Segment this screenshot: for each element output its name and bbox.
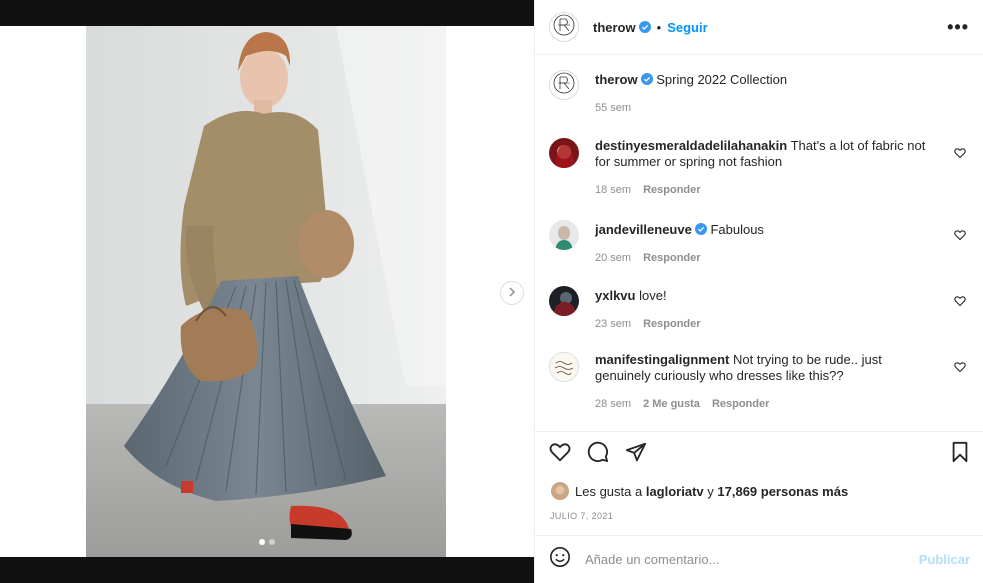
caption-username[interactable]: therow <box>595 72 638 87</box>
reply-button[interactable]: Responder <box>712 396 769 412</box>
comment-item: destinyesmeraldadelilahanakin That's a l… <box>549 138 970 198</box>
add-comment-bar: Publicar <box>535 535 983 583</box>
comment-icon <box>587 441 609 468</box>
avatar[interactable] <box>549 352 579 382</box>
likes-connector: y <box>707 483 714 499</box>
media-frame <box>0 26 534 557</box>
heart-icon <box>954 228 966 245</box>
next-slide-button[interactable] <box>500 281 524 305</box>
caption-time: 55 sem <box>595 102 632 114</box>
comment-username[interactable]: manifestingalignment <box>595 352 729 367</box>
likes-summary: Les gusta a lagloriatv y 17,869 personas… <box>551 482 848 500</box>
comment-button[interactable] <box>587 441 609 468</box>
like-button[interactable] <box>549 441 571 468</box>
comment-item: manifestingalignment Not trying to be ru… <box>549 352 970 412</box>
reply-button[interactable]: Responder <box>643 316 700 332</box>
avatar[interactable] <box>549 220 579 250</box>
comment-text: Fabulous <box>710 222 764 237</box>
bookmark-icon <box>950 441 970 468</box>
avatar[interactable] <box>549 138 579 168</box>
comment-username[interactable]: jandevilleneuve <box>595 222 692 237</box>
post-media <box>0 0 534 583</box>
heart-icon <box>954 360 966 377</box>
liker-username[interactable]: lagloriatv <box>646 484 704 499</box>
reply-button[interactable]: Responder <box>643 182 700 198</box>
avatar[interactable] <box>549 286 579 316</box>
heart-icon <box>954 294 966 311</box>
emoji-icon <box>549 546 571 573</box>
post-panel: therow • Seguir ••• therow Spring 2022 C… <box>534 0 983 583</box>
save-button[interactable] <box>950 441 970 468</box>
reply-button[interactable]: Responder <box>643 250 700 266</box>
brand-logo-icon <box>553 14 575 41</box>
share-icon <box>625 441 647 468</box>
comment-username[interactable]: destinyesmeraldadelilahanakin <box>595 138 787 153</box>
separator-dot: • <box>656 19 662 35</box>
like-comment-button[interactable] <box>954 228 966 246</box>
heart-icon <box>549 441 571 468</box>
carousel-dot <box>269 539 275 545</box>
post-header: therow • Seguir ••• <box>535 0 983 55</box>
brand-logo-icon <box>553 72 575 99</box>
comment-time: 23 sem <box>595 318 632 330</box>
heart-icon <box>954 146 966 163</box>
avatar[interactable] <box>549 70 579 100</box>
caption: therow Spring 2022 Collection 55 sem <box>549 70 970 116</box>
avatar[interactable] <box>549 12 579 42</box>
comment-likes[interactable]: 2 Me gusta <box>643 396 700 412</box>
comment-time: 20 sem <box>595 252 632 264</box>
more-options-button[interactable]: ••• <box>947 17 969 38</box>
publish-button[interactable]: Publicar <box>919 552 970 567</box>
like-comment-button[interactable] <box>954 294 966 312</box>
carousel-dot-active <box>259 539 265 545</box>
comment-text: love! <box>639 288 667 303</box>
carousel-indicator <box>259 539 275 545</box>
chevron-right-icon <box>507 284 517 302</box>
comment-item: yxlkvu love! 23 sem Responder <box>549 286 970 332</box>
comment-time: 28 sem <box>595 398 632 410</box>
emoji-button[interactable] <box>549 546 571 573</box>
share-button[interactable] <box>625 441 647 468</box>
avatar[interactable] <box>551 482 569 500</box>
follow-button[interactable]: Seguir <box>667 20 707 35</box>
comments-section: therow Spring 2022 Collection 55 sem des… <box>535 56 983 431</box>
comment-input[interactable] <box>585 552 905 567</box>
comment-item: jandevilleneuve Fabulous 20 sem Responde… <box>549 220 970 266</box>
action-bar <box>535 431 983 477</box>
header-user: therow • Seguir <box>593 20 708 35</box>
post-date: JULIO 7, 2021 <box>550 511 614 521</box>
verified-icon <box>640 73 653 85</box>
caption-text: Spring 2022 Collection <box>656 72 788 87</box>
like-comment-button[interactable] <box>954 146 966 164</box>
likes-count[interactable]: 17,869 personas más <box>717 484 848 499</box>
username-link[interactable]: therow <box>593 20 636 35</box>
verified-icon <box>694 223 707 235</box>
verified-icon <box>638 21 651 33</box>
like-comment-button[interactable] <box>954 360 966 378</box>
comment-time: 18 sem <box>595 184 632 196</box>
comment-username[interactable]: yxlkvu <box>595 288 635 303</box>
likes-prefix: Les gusta a <box>575 483 643 499</box>
post-image <box>86 26 446 557</box>
